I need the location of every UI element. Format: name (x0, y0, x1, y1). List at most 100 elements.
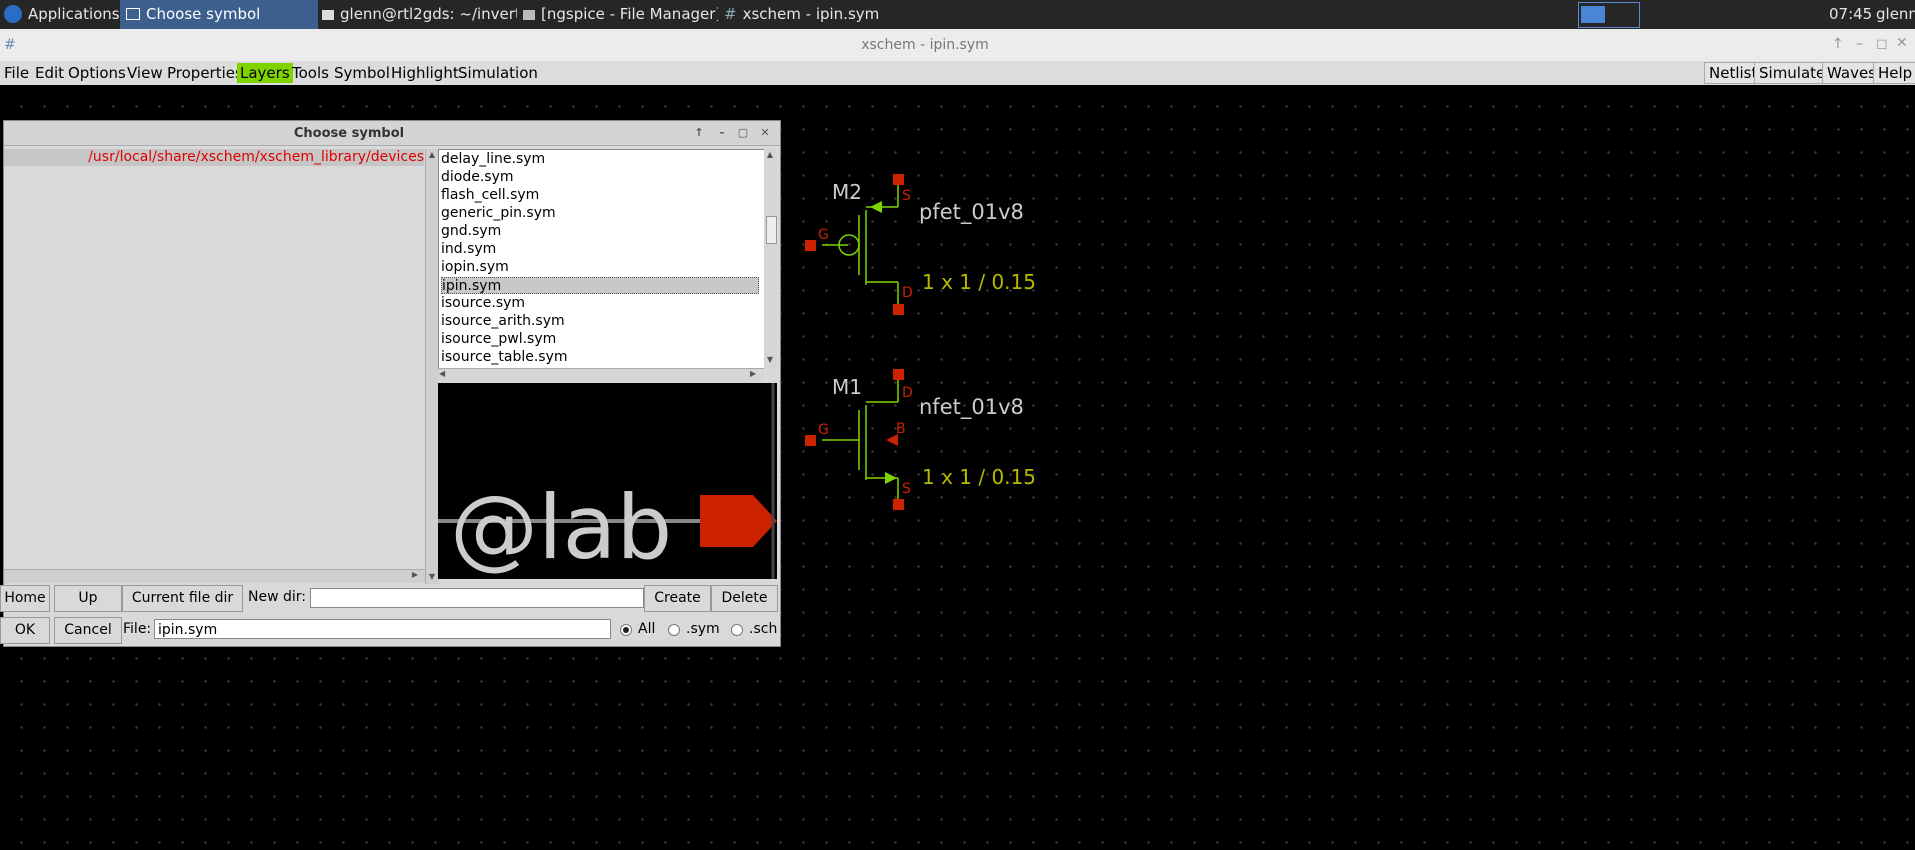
restore-icon[interactable]: ◻ (1876, 36, 1888, 52)
menu-tools[interactable]: Tools (289, 63, 332, 83)
pfet-gate-pin-label: G (818, 227, 829, 243)
scroll-up-arrow-icon[interactable]: ▲ (427, 150, 437, 160)
filter-sch-radio[interactable] (731, 624, 743, 636)
nfet-size-label: 1 x 1 / 0.15 (922, 465, 1036, 489)
applications-menu[interactable]: Applications (4, 0, 124, 29)
task-file-manager[interactable]: [ngspice - File Manager] (523, 0, 718, 29)
menu-layers[interactable]: Layers (237, 63, 293, 83)
nfet-source-pin-label: S (902, 481, 911, 497)
simulate-button[interactable]: Simulate (1754, 62, 1831, 84)
file-label: File: (123, 621, 152, 637)
filter-all-label[interactable]: All (638, 617, 655, 642)
file-list-horizontal-scrollbar[interactable]: ◀ ▶ (438, 368, 764, 381)
workspace-1[interactable] (1581, 6, 1605, 23)
choose-symbol-dialog: Choose symbol ↑ – ▢ ✕ /usr/local/share/x… (0, 120, 781, 647)
task-label: Choose symbol (146, 5, 261, 23)
list-item[interactable]: ind.sym (441, 241, 759, 258)
scroll-up-arrow-icon[interactable]: ▲ (765, 150, 775, 160)
list-item[interactable]: generic_pin.sym (441, 205, 759, 222)
home-button[interactable]: Home (0, 585, 50, 612)
nfet-instance-label: M1 (832, 375, 862, 399)
pfet-instance-label: M2 (832, 180, 862, 204)
delete-button[interactable]: Delete (711, 585, 778, 612)
task-choose-symbol[interactable]: Choose symbol (120, 0, 318, 29)
dialog-shade-icon[interactable]: ↑ (691, 126, 707, 140)
new-dir-label: New dir: (248, 589, 306, 605)
dialog-maximize-icon[interactable]: ▢ (735, 126, 751, 140)
filter-sym-label[interactable]: .sym (686, 617, 720, 642)
directory-horizontal-scrollbar[interactable]: ▶ (4, 569, 425, 583)
list-item[interactable]: iopin.sym (441, 259, 759, 276)
task-label: xschem - ipin.sym (742, 5, 880, 23)
scroll-right-arrow-icon[interactable]: ▶ (750, 369, 762, 381)
list-item[interactable]: isource_arith.sym (441, 313, 759, 330)
menu-properties[interactable]: Properties (164, 63, 246, 83)
scroll-down-arrow-icon[interactable]: ▼ (765, 355, 775, 365)
directory-vertical-scrollbar[interactable]: ▲ ▼ (425, 149, 439, 584)
task-label: [ngspice - File Manager] (541, 5, 718, 23)
applications-label: Applications (28, 5, 120, 23)
pfet-drain-pin-label: D (902, 285, 913, 301)
symbol-preview: @lab (438, 383, 777, 579)
xschem-icon: # (724, 5, 737, 23)
list-item[interactable]: flash_cell.sym (441, 187, 759, 204)
menu-options[interactable]: Options (65, 63, 129, 83)
nfet-bulk-pin-label: B (896, 421, 906, 437)
minimize-icon[interactable]: – (1856, 36, 1863, 52)
menu-highlight[interactable]: Highlight (388, 63, 462, 83)
dialog-minimize-icon[interactable]: – (714, 126, 730, 140)
pfet-size-label: 1 x 1 / 0.15 (922, 270, 1036, 294)
folder-icon (523, 10, 535, 20)
schematic-symbols: M2 G S D pfet_01v8 1 x 1 / 0.15 M1 G D B… (805, 174, 1036, 510)
menu-view[interactable]: View (124, 63, 166, 83)
create-button[interactable]: Create (644, 585, 711, 612)
list-item[interactable]: gnd.sym (441, 223, 759, 240)
filter-sym-radio[interactable] (668, 624, 680, 636)
file-list-vertical-scrollbar[interactable]: ▲ ▼ (764, 149, 777, 369)
dialog-titlebar[interactable]: Choose symbol ↑ – ▢ ✕ (4, 121, 780, 146)
dialog-close-icon[interactable]: ✕ (757, 126, 773, 140)
pfet-source-pin-label: S (902, 188, 911, 204)
menu-symbol[interactable]: Symbol (331, 63, 393, 83)
xfce-logo-icon (4, 5, 22, 23)
list-item[interactable]: delay_line.sym (441, 151, 759, 168)
directory-path-item[interactable]: /usr/local/share/xschem/xschem_library/d… (4, 149, 424, 166)
file-list[interactable]: delay_line.sym diode.sym flash_cell.sym … (438, 149, 766, 369)
current-file-dir-button[interactable]: Current file dir (122, 585, 243, 612)
help-button[interactable]: Help (1873, 62, 1915, 84)
task-terminal[interactable]: glenn@rtl2gds: ~/invert... (322, 0, 517, 29)
new-dir-input[interactable] (310, 588, 644, 608)
clock[interactable]: 07:45 (1829, 0, 1874, 29)
directory-list[interactable]: /usr/local/share/xschem/xschem_library/d… (4, 149, 424, 574)
list-item[interactable]: isource_pwl.sym (441, 331, 759, 348)
close-icon[interactable]: ✕ (1896, 35, 1908, 51)
list-item[interactable]: isource.sym (441, 295, 759, 312)
nfet-drain-pin-label: D (902, 385, 913, 401)
cancel-button[interactable]: Cancel (54, 617, 122, 644)
list-item[interactable]: isource_table.sym (441, 349, 759, 366)
up-button[interactable]: Up (54, 585, 122, 612)
scroll-right-arrow-icon[interactable]: ▶ (409, 570, 421, 582)
menu-simulation[interactable]: Simulation (455, 63, 541, 83)
pfet-model-label: pfet_01v8 (919, 200, 1024, 225)
maximize-up-icon[interactable]: ↑ (1832, 36, 1844, 52)
nfet-model-label: nfet_01v8 (919, 395, 1024, 420)
ok-button[interactable]: OK (0, 617, 50, 644)
window-icon (126, 8, 140, 20)
menu-file[interactable]: File (1, 63, 32, 83)
list-item[interactable]: diode.sym (441, 169, 759, 186)
filter-all-radio[interactable] (620, 624, 632, 636)
task-xschem[interactable]: # xschem - ipin.sym (724, 0, 918, 29)
list-item-selected[interactable]: ipin.sym (441, 277, 759, 294)
file-list-scroll-thumb[interactable] (766, 216, 777, 244)
menu-edit[interactable]: Edit (32, 63, 67, 83)
task-label: glenn@rtl2gds: ~/invert... (340, 5, 517, 23)
preview-lab-label: @lab (450, 476, 672, 579)
scroll-down-arrow-icon[interactable]: ▼ (427, 572, 437, 582)
file-input[interactable]: ipin.sym (154, 619, 611, 639)
scroll-left-arrow-icon[interactable]: ◀ (439, 369, 451, 381)
workspace-switcher[interactable] (1578, 2, 1640, 28)
user-menu[interactable]: glenn (1876, 0, 1915, 29)
filter-sch-label[interactable]: .sch (749, 617, 777, 642)
terminal-icon (322, 10, 334, 20)
